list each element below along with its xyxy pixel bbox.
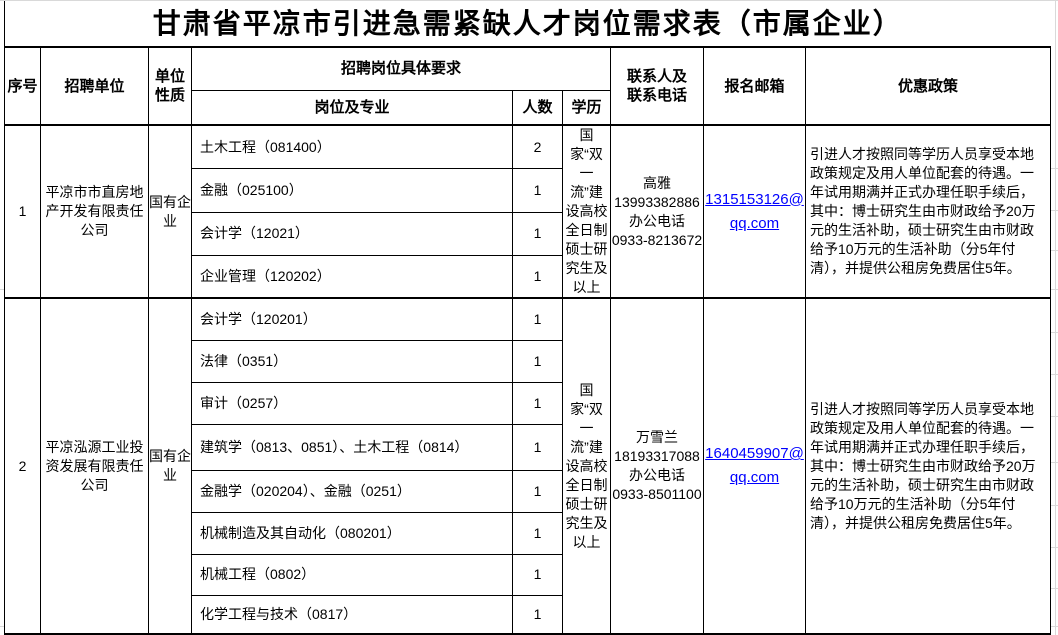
col-header-seq: 序号 [5,47,41,125]
col-header-email: 报名邮箱 [704,47,806,125]
contact-cell: 高雅 13993382886 办公电话 0933-8213672 [611,125,704,298]
education-cell: 国家“双一流”建设高校全日制硕士研究生及以上 [563,298,611,634]
page-title: 甘肃省平凉市引进急需紧缺人才岗位需求表（市属企业） [5,1,1051,47]
col-header-count: 人数 [513,90,563,125]
gridline-stub [1050,588,1058,589]
major-cell: 会计学（12021） [192,213,513,256]
col-header-nature: 单位性质 [149,47,192,125]
gridline-stub [1050,168,1058,169]
seq-cell: 2 [5,298,41,634]
major-cell: 机械工程（0802） [192,554,513,595]
email-cell: 1315153126@qq.com [704,125,806,298]
major-cell: 金融（025100） [192,169,513,213]
major-cell: 金融学（020204）、金融（0251） [192,470,513,512]
gridline-stub [1050,505,1058,506]
gridline-right [1055,0,1056,635]
major-cell: 化学工程与技术（0817） [192,595,513,634]
count-cell: 1 [513,340,563,382]
major-cell: 土木工程（081400） [192,125,513,169]
col-header-policy: 优惠政策 [806,47,1051,125]
gridline-stub [1050,210,1058,211]
gridline-stub [1050,250,1058,251]
major-cell: 会计学（120201） [192,298,513,340]
count-cell: 1 [513,554,563,595]
major-cell: 建筑学（0813、0851）、土木工程（0814） [192,424,513,470]
nature-cell: 国有企业 [149,298,192,634]
email-link[interactable]: 1315153126@qq.com [705,188,805,236]
gridline-stub [1050,416,1058,417]
major-cell: 法律（0351） [192,340,513,382]
count-cell: 1 [513,169,563,213]
contact-cell: 万雪兰 18193317088 办公电话 0933-8501100 [611,298,704,634]
col-header-education: 学历 [563,90,611,125]
education-cell: 国家“双一流”建设高校全日制硕士研究生及以上 [563,125,611,298]
gridline-stub [1050,332,1058,333]
employer-cell: 平凉泓源工业投资发展有限责任公司 [41,298,149,634]
col-header-requirements: 招聘岗位具体要求 [192,47,611,90]
gridline-stub [1050,462,1058,463]
employer-cell: 平凉市市直房地产开发有限责任公司 [41,125,149,298]
email-cell: 1640459907@qq.com [704,298,806,634]
major-cell: 审计（0257） [192,382,513,424]
col-header-contact: 联系人及 联系电话 [611,47,704,125]
count-cell: 1 [513,424,563,470]
gridline-stub [1050,547,1058,548]
count-cell: 1 [513,595,563,634]
count-cell: 1 [513,382,563,424]
count-cell: 1 [513,255,563,298]
count-cell: 1 [513,470,563,512]
major-cell: 机械制造及其自动化（080201） [192,512,513,554]
gridline-stub [1050,626,1058,627]
count-cell: 1 [513,213,563,256]
recruitment-table: 甘肃省平凉市引进急需紧缺人才岗位需求表（市属企业） 序号 招聘单位 单位性质 招… [4,1,1051,635]
policy-cell: 引进人才按照同等学历人员享受本地政策规定及用人单位配套的待遇。一年试用期满并正式… [806,125,1051,298]
policy-cell: 引进人才按照同等学历人员享受本地政策规定及用人单位配套的待遇。一年试用期满并正式… [806,298,1051,634]
gridline-stub [1050,289,1058,290]
col-header-major: 岗位及专业 [192,90,513,125]
nature-cell: 国有企业 [149,125,192,298]
count-cell: 2 [513,125,563,169]
seq-cell: 1 [5,125,41,298]
col-header-employer: 招聘单位 [41,47,149,125]
spreadsheet-page: 甘肃省平凉市引进急需紧缺人才岗位需求表（市属企业） 序号 招聘单位 单位性质 招… [0,0,1058,635]
major-cell: 企业管理（120202） [192,255,513,298]
count-cell: 1 [513,512,563,554]
email-link[interactable]: 1640459907@qq.com [705,442,805,490]
count-cell: 1 [513,298,563,340]
gridline-stub [1050,374,1058,375]
